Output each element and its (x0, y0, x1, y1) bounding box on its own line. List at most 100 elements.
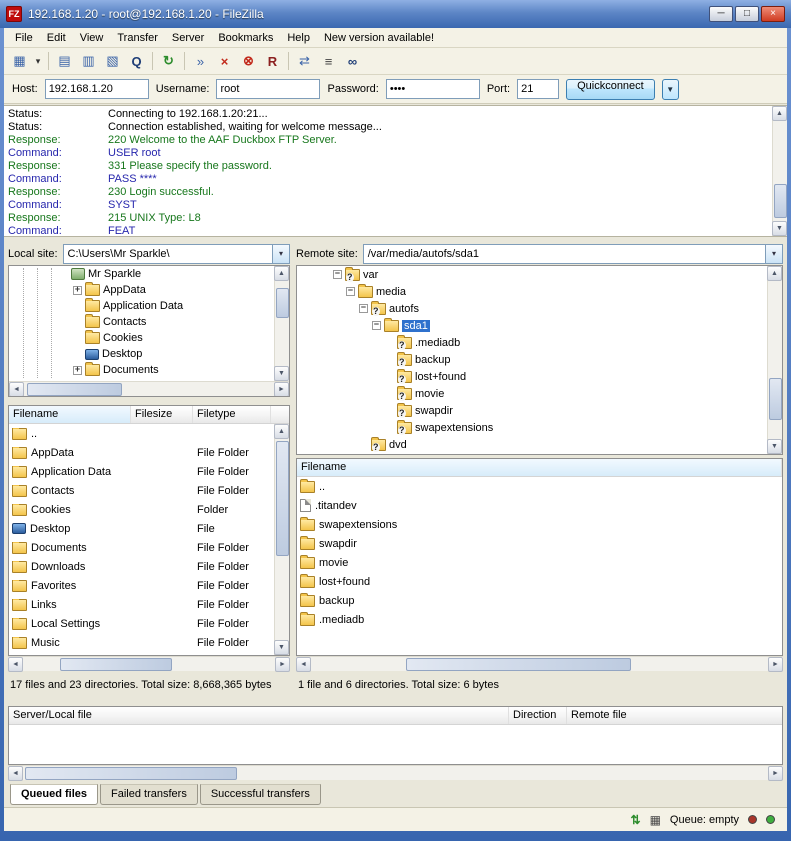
menu-item-bookmarks[interactable]: Bookmarks (211, 30, 280, 46)
file-row[interactable]: MusicFile Folder (9, 633, 289, 652)
toggle-remote-tree-button[interactable]: ▧ (101, 50, 124, 72)
file-row[interactable]: AppDataFile Folder (9, 443, 289, 462)
menu-item-server[interactable]: Server (165, 30, 211, 46)
tree-item-lost-found[interactable]: lost+found (297, 368, 782, 385)
local-site-combo[interactable]: C:\Users\Mr Sparkle\ ▾ (63, 244, 290, 264)
local-list-vscrollbar[interactable] (274, 424, 289, 655)
expander-icon[interactable]: − (372, 321, 381, 330)
file-row[interactable]: .. (9, 424, 289, 443)
column-header-remote-file[interactable]: Remote file (567, 707, 782, 724)
file-row[interactable]: movie (297, 553, 782, 572)
queue-hscrollbar[interactable] (8, 765, 783, 780)
file-row[interactable]: backup (297, 591, 782, 610)
file-row[interactable]: DesktopFile (9, 519, 289, 538)
tree-item-autofs[interactable]: −autofs (297, 300, 782, 317)
scroll-up-arrow[interactable] (767, 266, 782, 281)
scroll-right-arrow[interactable] (274, 382, 289, 397)
toggle-message-log-button[interactable]: ▤ (53, 50, 76, 72)
scroll-up-arrow[interactable] (772, 106, 787, 121)
scroll-left-arrow[interactable] (8, 657, 23, 672)
find-files-button[interactable]: ∞ (341, 50, 364, 72)
scrollbar-thumb[interactable] (276, 441, 289, 556)
password-input[interactable] (386, 79, 480, 99)
menu-item-transfer[interactable]: Transfer (110, 30, 165, 46)
filter-status-icon[interactable]: ▦ (650, 813, 661, 827)
process-queue-button[interactable]: » (189, 50, 212, 72)
tree-item-mediadb[interactable]: .mediadb (297, 334, 782, 351)
host-input[interactable] (45, 79, 149, 99)
column-header-server-local-file[interactable]: Server/Local file (9, 707, 509, 724)
quickconnect-button[interactable]: Quickconnect (566, 79, 655, 100)
scroll-left-arrow[interactable] (8, 766, 23, 781)
file-row[interactable]: CookiesFolder (9, 500, 289, 519)
column-header-filename[interactable]: Filename (297, 459, 782, 476)
site-manager-dropdown-button[interactable]: ▾ (32, 50, 44, 72)
local-tree-hscrollbar[interactable] (9, 381, 289, 396)
expander-icon[interactable]: − (359, 304, 368, 313)
file-row[interactable]: swapextensions (297, 515, 782, 534)
synchronized-browsing-button[interactable]: ≡ (317, 50, 340, 72)
scroll-down-arrow[interactable] (274, 640, 289, 655)
scroll-right-arrow[interactable] (768, 657, 783, 672)
file-row[interactable]: ContactsFile Folder (9, 481, 289, 500)
file-row[interactable]: LinksFile Folder (9, 595, 289, 614)
menu-item-view[interactable]: View (73, 30, 111, 46)
expander-icon[interactable]: − (346, 287, 355, 296)
scrollbar-thumb[interactable] (25, 767, 237, 780)
tree-item-backup[interactable]: backup (297, 351, 782, 368)
expander-icon[interactable]: − (333, 270, 342, 279)
directory-comparison-button[interactable]: ⇄ (293, 50, 316, 72)
reconnect-button[interactable]: R (261, 50, 284, 72)
tree-item-var[interactable]: −var (297, 266, 782, 283)
menu-item-edit[interactable]: Edit (40, 30, 73, 46)
tree-item-swapextensions[interactable]: swapextensions (297, 419, 782, 436)
tab-successful-transfers[interactable]: Successful transfers (200, 784, 321, 805)
tree-item-media[interactable]: −media (297, 283, 782, 300)
file-row[interactable]: .. (297, 477, 782, 496)
tree-item-swapdir[interactable]: swapdir (297, 402, 782, 419)
file-row[interactable]: FavoritesFile Folder (9, 576, 289, 595)
tab-queued-files[interactable]: Queued files (10, 784, 98, 805)
chevron-down-icon[interactable]: ▾ (272, 245, 289, 263)
scrollbar-thumb[interactable] (60, 658, 172, 671)
tab-failed-transfers[interactable]: Failed transfers (100, 784, 198, 805)
menu-item-help[interactable]: Help (280, 30, 317, 46)
scroll-right-arrow[interactable] (275, 657, 290, 672)
tree-item-dvd[interactable]: dvd (297, 436, 782, 453)
port-input[interactable] (517, 79, 559, 99)
scroll-down-arrow[interactable] (274, 366, 289, 381)
column-header-filename[interactable]: Filename (9, 406, 131, 423)
expander-icon[interactable]: + (73, 366, 82, 375)
maximize-button[interactable]: □ (735, 6, 759, 22)
toggle-local-tree-button[interactable]: ▥ (77, 50, 100, 72)
speed-limits-icon[interactable]: ⇅ (631, 813, 641, 827)
tree-item-sda1[interactable]: −sda1 (297, 317, 782, 334)
scrollbar-thumb[interactable] (774, 184, 787, 218)
scrollbar-thumb[interactable] (406, 658, 631, 671)
log-scrollbar[interactable] (772, 106, 787, 236)
scroll-left-arrow[interactable] (9, 382, 24, 397)
scroll-up-arrow[interactable] (274, 266, 289, 281)
scroll-right-arrow[interactable] (768, 766, 783, 781)
file-row[interactable]: lost+found (297, 572, 782, 591)
local-tree-vscrollbar[interactable] (274, 266, 289, 381)
site-manager-button[interactable]: ▦ (8, 50, 31, 72)
close-button[interactable]: × (761, 6, 785, 22)
remote-tree-vscrollbar[interactable] (767, 266, 782, 454)
scroll-up-arrow[interactable] (274, 424, 289, 439)
column-header-filetype[interactable]: Filetype (193, 406, 271, 423)
column-header-direction[interactable]: Direction (509, 707, 567, 724)
cancel-operation-button[interactable]: × (213, 50, 236, 72)
title-bar[interactable]: FZ 192.168.1.20 - root@192.168.1.20 - Fi… (0, 0, 791, 28)
expander-icon[interactable]: + (73, 286, 82, 295)
scrollbar-thumb[interactable] (769, 378, 782, 420)
menu-item-new-version[interactable]: New version available! (317, 30, 441, 46)
username-input[interactable] (216, 79, 320, 99)
file-row[interactable]: DownloadsFile Folder (9, 557, 289, 576)
file-row[interactable]: .titandev (297, 496, 782, 515)
file-row[interactable]: Local SettingsFile Folder (9, 614, 289, 633)
column-header-filesize[interactable]: Filesize (131, 406, 193, 423)
file-row[interactable]: DocumentsFile Folder (9, 538, 289, 557)
scroll-down-arrow[interactable] (772, 221, 787, 236)
quickconnect-dropdown-button[interactable]: ▼ (662, 79, 679, 100)
